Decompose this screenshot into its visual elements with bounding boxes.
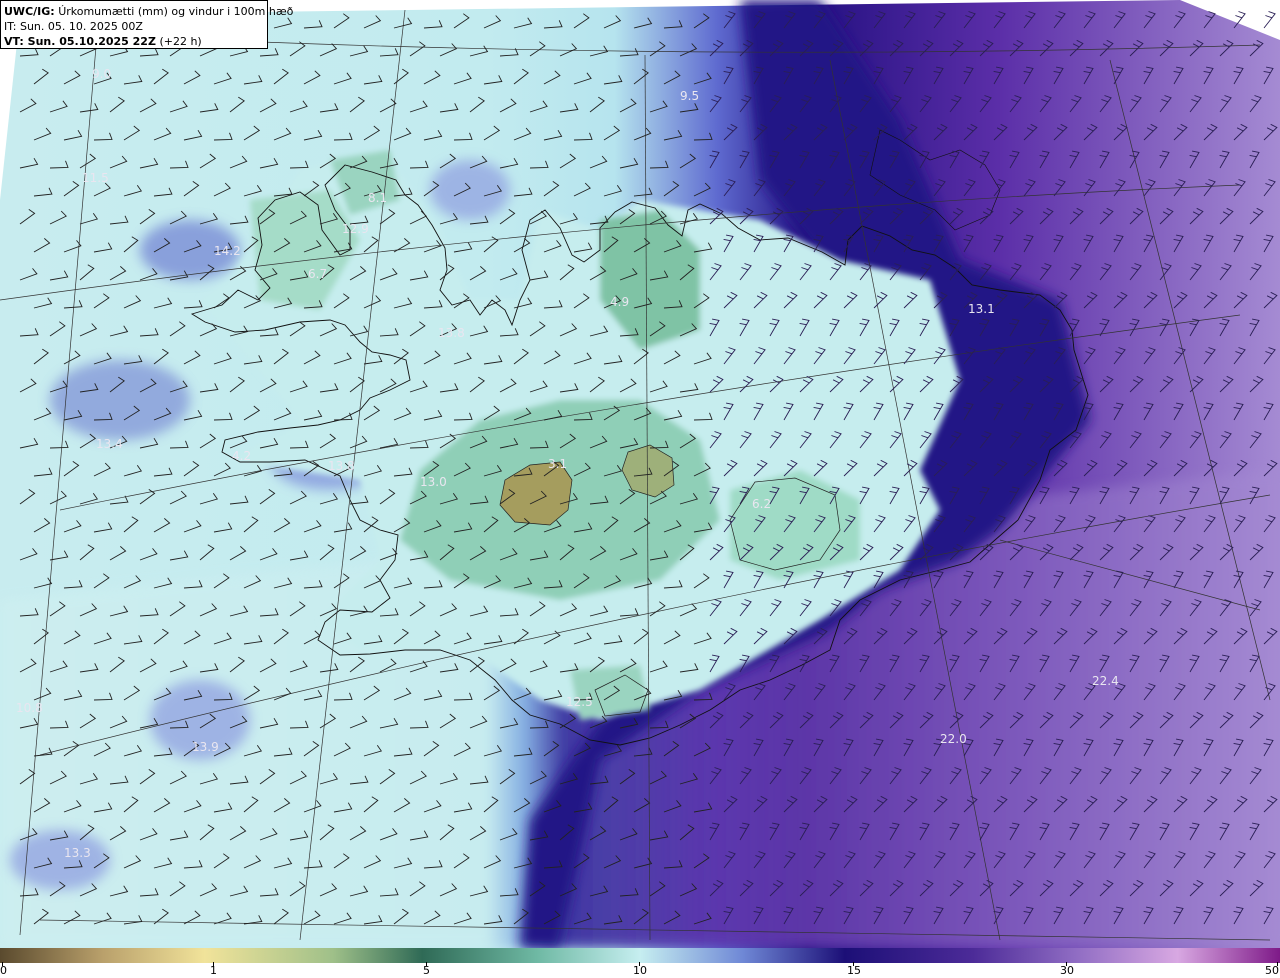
value-label: 13.8 [328,459,355,473]
valid-time: VT: Sun. 05.10.2025 22Z [4,35,156,48]
tick-label: 10 [633,964,647,977]
value-label: 13.4 [96,437,123,451]
value-label: 9.5 [680,89,699,103]
value-label: 22.0 [940,732,967,746]
value-label: 13.1 [968,302,995,316]
value-label: 12.5 [566,695,593,709]
value-label: 12.9 [342,222,369,236]
tick-label: 15 [847,964,861,977]
value-label: 13.8 [438,326,465,340]
value-label: 13.3 [64,846,91,860]
lead-time: (+22 h) [159,35,202,48]
value-label: 8.1 [368,191,387,205]
value-label: 22.4 [1092,674,1119,688]
field-description: Úrkomumætti (mm) og vindur i 100m hæð [58,5,294,18]
value-label: 10.8 [16,701,43,715]
value-label: 4.2 [232,449,251,463]
value-label: 13.9 [192,740,219,754]
colorbar: 0 1 5 10 15 30 50 [0,948,1280,978]
tick-label: 30 [1060,964,1074,977]
tick-label: 1 [210,964,217,977]
value-label: 13.0 [420,475,447,489]
value-label: 9.0 [92,67,111,81]
value-label: 6.7 [308,267,327,281]
value-label: 6.2 [752,497,771,511]
tick-label: 5 [423,964,430,977]
title-box: UWC/IG: Úrkomumætti (mm) og vindur i 100… [0,0,293,49]
init-time: IT: Sun. 05. 10. 2025 00Z [4,20,143,33]
colorbar-strip [0,948,1280,963]
value-label: 11.5 [82,171,109,185]
value-label: 14.2 [214,244,241,258]
tick-label: 50 [1265,964,1279,977]
tick-label: 0 [0,964,7,977]
value-label: 3.1 [548,457,567,471]
value-label: 4.9 [610,295,629,309]
precipitable-water-map: 9.0 9.5 11.5 8.1 12.9 14.2 6.7 13.8 4.9 13.1 13.4 4… [0,0,1280,948]
model-name: UWC/IG: [4,5,55,18]
